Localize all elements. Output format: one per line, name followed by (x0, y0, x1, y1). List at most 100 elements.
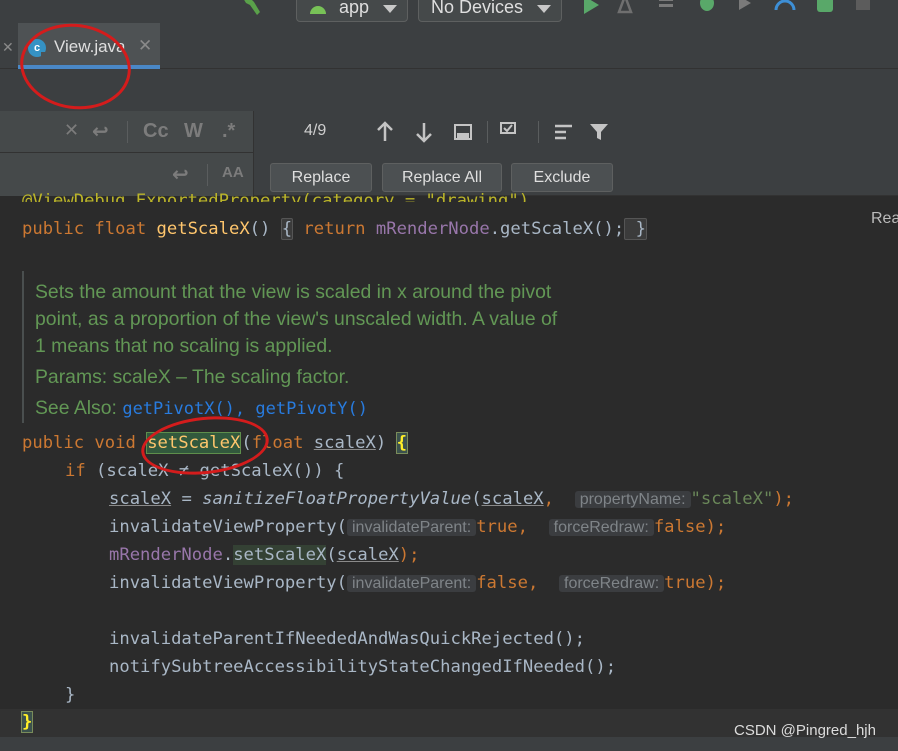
code-line-close-if: } (65, 685, 76, 705)
filter-icon[interactable] (587, 119, 611, 145)
clear-search-icon[interactable]: ✕ (64, 120, 79, 141)
open-in-find-window-icon[interactable] (552, 119, 576, 145)
new-line-icon[interactable]: ↩ (92, 119, 109, 144)
editor-bottom-strip (0, 737, 898, 751)
preserve-case-toggle[interactable]: AA (222, 164, 244, 181)
field-name: mRenderNode (109, 545, 223, 565)
watermark: CSDN @Pingred_hjh (734, 722, 876, 739)
code-text: = (171, 489, 203, 509)
keyword: return (293, 219, 376, 239)
code-text: . (222, 545, 234, 565)
keyword: false (653, 517, 706, 537)
code-line-getscalex: public float getScaleX() { return mRende… (22, 216, 647, 242)
build-hammer-icon[interactable] (240, 0, 264, 18)
code-text: ); (398, 545, 420, 565)
breadcrumb-strip (0, 69, 898, 111)
parameter-hint: invalidateParent: (347, 519, 477, 536)
chevron-down-icon (383, 5, 397, 13)
reader-mode-label[interactable]: Rea (871, 210, 898, 228)
code-line-invalidate-2: invalidateViewProperty(invalidateParent:… (109, 570, 726, 596)
run-icon[interactable] (580, 0, 602, 16)
code-editor[interactable]: @ViewDebug.ExportedProperty(category = "… (0, 191, 898, 751)
parameter-hint: propertyName: (574, 491, 691, 508)
chevron-down-icon (537, 5, 551, 13)
sync-icon[interactable] (657, 0, 679, 16)
method-name: getScaleX (156, 219, 250, 239)
method-call: notifySubtreeAccessibilityStateChangedIf… (109, 657, 617, 677)
tab-scroll-left-icon[interactable]: ✕ (2, 39, 14, 56)
folded-brace[interactable]: } (624, 218, 647, 240)
device-select[interactable]: No Devices (418, 0, 562, 22)
code-line-annotation: @ViewDebug.ExportedProperty(category = "… (22, 191, 530, 202)
apply-changes-icon[interactable] (617, 0, 639, 16)
code-line-call-1: invalidateParentIfNeededAndWasQuickRejec… (109, 626, 585, 652)
comma: , (527, 573, 549, 593)
comma: , (517, 517, 539, 537)
android-icon (310, 6, 326, 14)
parameter: scaleX (109, 489, 172, 509)
next-occurrence-icon[interactable] (412, 119, 436, 145)
search-input[interactable]: ✕ ↩ Cc W .* (0, 111, 254, 153)
matched-brace: { (395, 432, 408, 454)
keyword: public void (22, 433, 147, 453)
close-icon[interactable]: ✕ (138, 36, 152, 56)
javadoc-link[interactable]: getPivotY() (255, 399, 368, 419)
device-manager-icon[interactable] (814, 0, 836, 16)
match-count: 4/9 (304, 122, 327, 139)
device-label: No Devices (431, 0, 524, 17)
match-case-toggle[interactable]: Cc (143, 120, 169, 143)
keyword: false (476, 573, 528, 593)
divider (487, 121, 488, 143)
code-text: ( (471, 489, 482, 509)
method-call: invalidateViewProperty( (109, 517, 347, 537)
javadoc-line: Sets the amount that the view is scaled … (35, 281, 552, 303)
code-text: ) (375, 433, 397, 453)
code-text: () (249, 219, 281, 239)
select-all-occurrences-icon[interactable] (451, 119, 475, 145)
parameter: scaleX (481, 489, 544, 509)
method-call: invalidateViewProperty( (109, 573, 347, 593)
comma: , (543, 489, 565, 509)
javadoc-see-also-label: See Also: (35, 397, 123, 419)
code-text: .getScaleX(); (489, 219, 625, 239)
main-toolbar: app No Devices (0, 0, 898, 23)
folded-brace[interactable]: { (280, 218, 294, 240)
previous-occurrence-icon[interactable] (373, 119, 397, 145)
new-line-icon[interactable]: ↩ (172, 162, 189, 187)
code-line-close-method: } (20, 709, 34, 735)
parameter-hint: forceRedraw: (548, 519, 654, 536)
matched-brace: } (20, 711, 34, 733)
whole-words-toggle[interactable]: W (184, 120, 203, 143)
debug-icon[interactable] (696, 0, 718, 16)
code-text: ); (705, 517, 727, 537)
javadoc-line: point, as a proportion of the view's uns… (35, 308, 558, 330)
profile-icon[interactable] (774, 0, 796, 16)
run-configuration-label: app (339, 0, 370, 17)
code-line-assign: scaleX = sanitizeFloatPropertyValue(scal… (109, 486, 794, 512)
stop-icon[interactable] (853, 0, 875, 16)
code-line-call-2: notifySubtreeAccessibilityStateChangedIf… (109, 654, 616, 680)
regex-toggle[interactable]: .* (222, 120, 235, 143)
divider (127, 121, 128, 143)
field-name: mRenderNode (375, 219, 490, 239)
parameter-hint: invalidateParent: (347, 575, 477, 592)
code-text: ); (773, 489, 795, 509)
keyword: true (476, 517, 518, 537)
divider (538, 121, 539, 143)
run-configuration-select[interactable]: app (296, 0, 408, 22)
code-text: ); (705, 573, 727, 593)
string-literal: "scaleX" (690, 489, 774, 509)
attach-debugger-icon[interactable] (736, 0, 758, 16)
method-name: sanitizeFloatPropertyValue (202, 489, 472, 509)
editor-tab-bar: ✕ c View.java ✕ (0, 23, 898, 69)
rendered-javadoc: Sets the amount that the view is scaled … (22, 271, 642, 423)
javadoc-params: Params: scaleX – The scaling factor. (35, 366, 350, 388)
code-line-rendernode: mRenderNode.setScaleX(scaleX); (109, 542, 419, 568)
find-replace-panel: ✕ ↩ Cc W .* ↩ AA 4/9 Replace Replace All… (0, 111, 898, 196)
keyword: true (664, 573, 706, 593)
method-call: invalidateParentIfNeededAndWasQuickRejec… (109, 629, 585, 649)
code-line-invalidate-1: invalidateViewProperty(invalidateParent:… (109, 514, 726, 540)
parameter-hint: forceRedraw: (559, 575, 665, 592)
filter-search-results-icon[interactable] (498, 119, 526, 145)
divider (207, 164, 208, 186)
